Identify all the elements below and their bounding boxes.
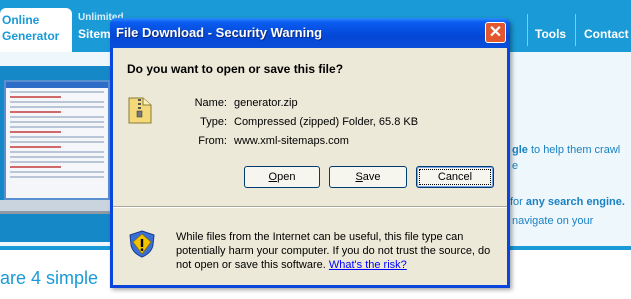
close-icon: ✕ (488, 24, 503, 41)
tab-online-generator-line2: Generator (2, 29, 60, 43)
open-label: pen (277, 171, 296, 183)
save-accel: S (355, 171, 363, 183)
hero-text-line2: e (512, 160, 519, 172)
dialog-question: Do you want to open or save this file? (127, 62, 344, 76)
cancel-button[interactable]: Cancel (416, 166, 494, 188)
shield-warning-icon (129, 230, 155, 258)
focus-rect (419, 169, 491, 185)
tab-online-generator[interactable]: Online Generator (0, 8, 72, 54)
file-info-labels: Name: Type: From: (175, 94, 227, 151)
laptop-base (0, 200, 110, 214)
dialog-titlebar[interactable]: File Download - Security Warning ✕ (110, 18, 510, 48)
hero-text-line1: gle to help them crawl (512, 144, 621, 156)
nav-divider (527, 14, 528, 46)
name-label: Name: (194, 97, 227, 109)
nav-divider (575, 14, 576, 46)
file-info-values: generator.zip Compressed (zipped) Folder… (234, 94, 418, 151)
close-button[interactable]: ✕ (485, 22, 506, 43)
tab-online-generator-line1: Online (2, 13, 40, 27)
dialog-title: File Download - Security Warning (116, 25, 323, 40)
save-button[interactable]: Save (329, 166, 407, 188)
product-screenshot (4, 80, 110, 200)
file-download-dialog: File Download - Security Warning ✕ Do yo… (110, 18, 510, 288)
file-source: www.xml-sitemaps.com (234, 135, 349, 147)
hero-text-line4: navigate on your (512, 215, 594, 227)
dialog-divider (113, 206, 507, 208)
open-accel: O (268, 171, 278, 183)
file-type: Compressed (zipped) Folder, 65.8 KB (234, 116, 419, 128)
type-label: Type: (200, 116, 227, 128)
open-button[interactable]: Open (244, 166, 320, 188)
security-warning-text: While files from the Internet can be use… (176, 230, 498, 272)
whats-the-risk-link[interactable]: What's the risk? (329, 259, 407, 271)
from-label: From: (198, 135, 227, 147)
section-heading: are 4 simple (0, 268, 99, 288)
file-name: generator.zip (234, 97, 298, 109)
save-label: ave (362, 171, 381, 183)
zip-folder-icon (128, 97, 152, 124)
hero-text-line3: for any search engine. (510, 196, 625, 208)
